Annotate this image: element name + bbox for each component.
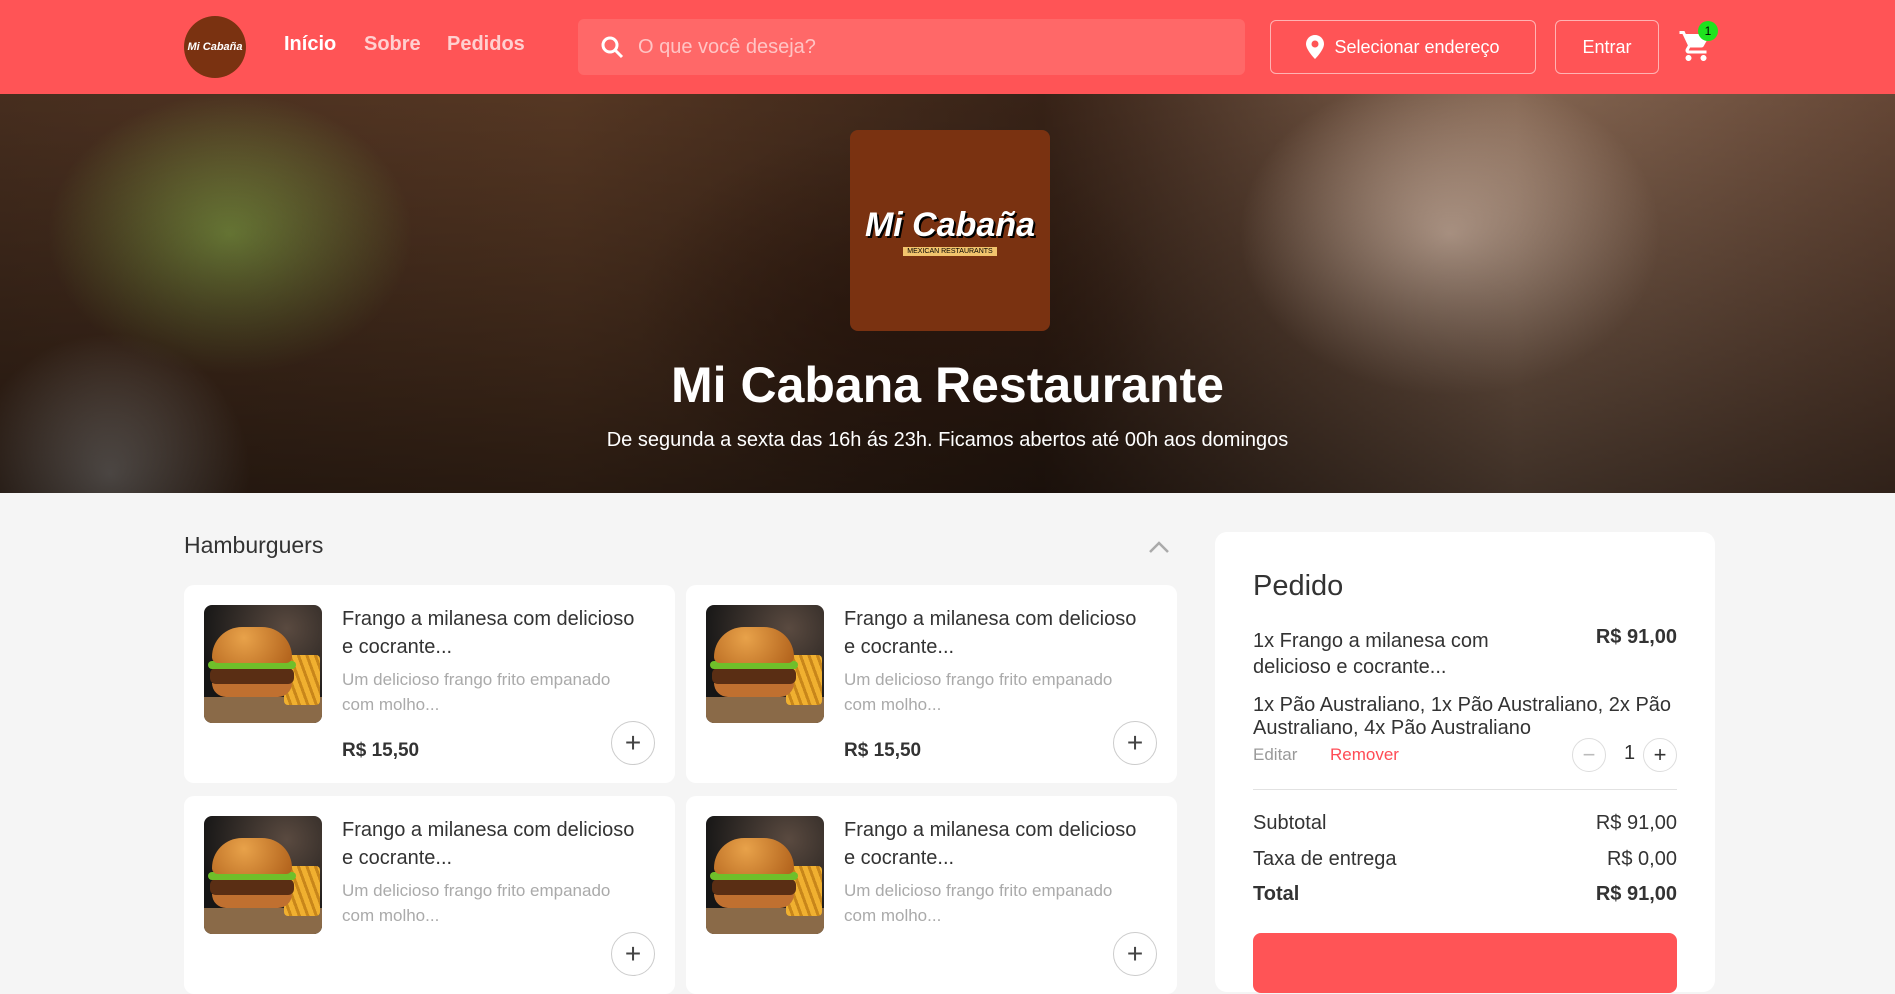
checkout-button[interactable] xyxy=(1253,933,1677,993)
add-product-button[interactable]: + xyxy=(1113,721,1157,765)
product-description: Um delicioso frango frito empanado com m… xyxy=(342,670,611,714)
restaurant-name: Mi Cabana Restaurante xyxy=(671,357,1224,413)
total-row: Total R$ 91,00 xyxy=(1253,883,1677,906)
add-product-button[interactable]: + xyxy=(1113,932,1157,976)
product-image xyxy=(706,816,824,934)
product-card[interactable]: Frango a milanesa com delicioso e cocran… xyxy=(184,796,675,994)
add-product-button[interactable]: + xyxy=(611,721,655,765)
product-image xyxy=(204,605,322,723)
top-navbar: Mi Cabaña Início Sobre Pedidos O que voc… xyxy=(0,0,1895,94)
order-panel: Pedido 1x Frango a milanesa com delicios… xyxy=(1215,532,1715,993)
restaurant-banner: Mi Cabaña MEXICAN RESTAURANTS Mi Cabana … xyxy=(0,94,1895,493)
login-button[interactable]: Entrar xyxy=(1555,20,1659,74)
subtotal-value: R$ 91,00 xyxy=(1595,812,1677,834)
product-description: Um delicioso frango frito empanado com m… xyxy=(342,881,611,925)
decrease-quantity-button[interactable]: − xyxy=(1572,738,1606,772)
order-item-extras: 1x Pão Australiano, 1x Pão Australiano, … xyxy=(1253,694,1672,739)
delivery-fee-label: Taxa de entrega xyxy=(1253,848,1397,870)
location-pin-icon xyxy=(1306,35,1325,59)
product-title: Frango a milanesa com delicioso e cocran… xyxy=(844,608,1137,658)
product-title: Frango a milanesa com delicioso e cocran… xyxy=(342,819,635,869)
cart-count-badge: 1 xyxy=(1698,21,1718,41)
nav-pedidos[interactable]: Pedidos xyxy=(447,33,525,56)
increase-quantity-button[interactable]: + xyxy=(1643,738,1677,772)
restaurant-hours: De segunda a sexta das 16h ás 23h. Ficam… xyxy=(606,429,1289,451)
product-card[interactable]: Frango a milanesa com delicioso e cocran… xyxy=(686,796,1177,994)
total-value: R$ 91,00 xyxy=(1595,883,1677,905)
product-image xyxy=(204,816,322,934)
subtotal-label: Subtotal xyxy=(1253,812,1327,834)
order-item-name: 1x Frango a milanesa com delicioso e coc… xyxy=(1253,630,1489,678)
subtotal-row: Subtotal R$ 91,00 xyxy=(1253,812,1677,835)
search-input[interactable]: O que você deseja? xyxy=(578,19,1245,75)
delivery-fee-row: Taxa de entrega R$ 0,00 xyxy=(1253,848,1677,871)
product-description: Um delicioso frango frito empanado com m… xyxy=(844,881,1113,925)
product-card[interactable]: Frango a milanesa com delicioso e cocran… xyxy=(184,585,675,783)
select-address-label: Selecionar endereço xyxy=(1334,36,1500,57)
total-label: Total xyxy=(1253,883,1300,905)
category-title: Hamburguers xyxy=(184,532,324,558)
restaurant-logo-subtext: MEXICAN RESTAURANTS xyxy=(903,246,997,256)
product-card[interactable]: Frango a milanesa com delicioso e cocran… xyxy=(686,585,1177,783)
product-title: Frango a milanesa com delicioso e cocran… xyxy=(342,608,635,658)
login-label: Entrar xyxy=(1582,36,1632,57)
nav-inicio[interactable]: Início xyxy=(284,33,336,56)
remove-item-link[interactable]: Remover xyxy=(1330,745,1399,765)
search-icon xyxy=(601,36,624,59)
product-description: Um delicioso frango frito empanado com m… xyxy=(844,670,1113,714)
product-title: Frango a milanesa com delicioso e cocran… xyxy=(844,819,1137,869)
site-logo[interactable]: Mi Cabaña xyxy=(184,16,246,78)
restaurant-logo: Mi Cabaña MEXICAN RESTAURANTS xyxy=(850,130,1050,331)
product-price: R$ 15,50 xyxy=(342,740,420,761)
chevron-up-icon[interactable] xyxy=(1148,540,1170,554)
product-price: R$ 15,50 xyxy=(844,740,922,761)
search-placeholder: O que você deseja? xyxy=(638,35,816,58)
add-product-button[interactable]: + xyxy=(611,932,655,976)
divider xyxy=(1253,789,1677,790)
edit-item-link[interactable]: Editar xyxy=(1253,745,1297,765)
select-address-button[interactable]: Selecionar endereço xyxy=(1270,20,1536,74)
nav-sobre[interactable]: Sobre xyxy=(364,33,421,56)
restaurant-logo-text: Mi Cabaña xyxy=(864,205,1036,244)
order-title: Pedido xyxy=(1253,570,1344,602)
product-image xyxy=(706,605,824,723)
delivery-fee-value: R$ 0,00 xyxy=(1606,848,1677,870)
item-quantity: 1 xyxy=(1624,742,1636,764)
order-item-price: R$ 91,00 xyxy=(1595,626,1677,648)
